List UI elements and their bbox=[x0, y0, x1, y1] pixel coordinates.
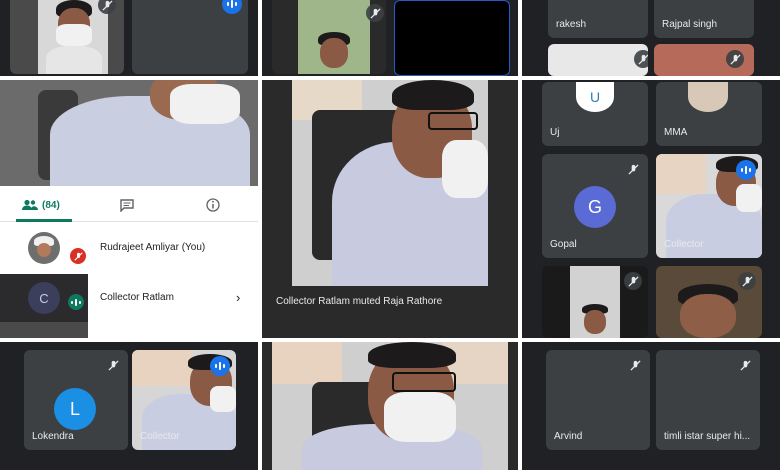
panel-top-left bbox=[0, 0, 258, 76]
participant-video bbox=[570, 266, 620, 338]
participant-video[interactable] bbox=[292, 80, 488, 286]
mic-off-icon bbox=[634, 50, 648, 68]
panel-main-speaker: Collector Ratlam muted Raja Rathore bbox=[262, 80, 518, 338]
panel-top-middle bbox=[262, 0, 518, 76]
mic-off-icon bbox=[726, 50, 744, 68]
video-tile[interactable] bbox=[394, 0, 510, 76]
participants-panel: (84) Rudrajeet Amliyar (You) Collector R… bbox=[0, 186, 258, 338]
video-tile[interactable] bbox=[10, 0, 124, 74]
panel-bottom-left: L Lokendra Collector bbox=[0, 342, 258, 470]
face-mask bbox=[736, 184, 762, 212]
chevron-right-icon[interactable]: › bbox=[236, 290, 240, 305]
avatar bbox=[688, 82, 728, 112]
participant-count: (84) bbox=[42, 199, 60, 211]
participant-video[interactable] bbox=[272, 342, 508, 470]
participant-tile-lokendra[interactable]: L Lokendra bbox=[24, 350, 128, 450]
background-sign bbox=[272, 342, 342, 384]
mic-off-icon bbox=[736, 356, 754, 374]
tab-chat[interactable] bbox=[120, 194, 134, 216]
glasses bbox=[428, 112, 478, 130]
mic-off-icon bbox=[624, 272, 642, 290]
hair bbox=[368, 342, 456, 368]
video-tile[interactable] bbox=[656, 266, 762, 338]
video-tile[interactable] bbox=[548, 44, 648, 76]
participant-tile-collector[interactable]: Collector bbox=[656, 154, 762, 258]
participant-name: Uj bbox=[550, 127, 560, 138]
face-mask bbox=[384, 392, 456, 442]
participant-name: Rudrajeet Amliyar (You) bbox=[100, 242, 206, 253]
participant-video bbox=[38, 0, 108, 74]
participant-tile-arvind[interactable]: Arvind bbox=[546, 350, 650, 450]
panel-right-grid: U Uj MMA G Gopal Collector bbox=[522, 80, 780, 338]
mic-off-icon bbox=[366, 4, 384, 22]
panel-bottom-middle bbox=[262, 342, 518, 470]
face-mask bbox=[210, 386, 236, 412]
mic-off-icon bbox=[738, 272, 756, 290]
mic-off-icon bbox=[626, 356, 644, 374]
people-icon bbox=[22, 199, 38, 210]
participant-row[interactable]: Rudrajeet Amliyar (You) bbox=[0, 224, 258, 272]
avatar bbox=[28, 232, 60, 264]
participant-tile-rajpal[interactable]: Rajpal singh bbox=[654, 0, 754, 38]
chat-icon bbox=[120, 198, 134, 212]
participants-tabs: (84) bbox=[0, 186, 258, 222]
participant-name: Lokendra bbox=[32, 431, 74, 442]
avatar: C bbox=[28, 282, 60, 314]
participant-tile-rakesh[interactable]: rakesh bbox=[548, 0, 648, 38]
speaking-indicator-icon bbox=[222, 0, 242, 14]
avatar: U bbox=[576, 82, 614, 112]
video-tile[interactable] bbox=[542, 266, 648, 338]
participant-name: timli istar super hi... bbox=[664, 431, 751, 442]
video-tile[interactable] bbox=[654, 44, 754, 76]
video-tile[interactable] bbox=[272, 0, 386, 74]
participant-name: Collector Ratlam bbox=[100, 292, 174, 303]
video-tile[interactable] bbox=[132, 0, 248, 74]
participant-name: rakesh bbox=[556, 19, 587, 30]
participant-name: Collector bbox=[140, 431, 180, 442]
participant-tile-collector[interactable]: Collector bbox=[132, 350, 236, 450]
active-tab-indicator bbox=[16, 219, 72, 222]
participant-name: Collector bbox=[664, 239, 704, 250]
participant-name: Arvind bbox=[554, 431, 583, 442]
avatar: L bbox=[54, 388, 96, 430]
shirt bbox=[46, 46, 102, 74]
face bbox=[680, 294, 736, 338]
mic-off-icon bbox=[104, 356, 122, 374]
panel-bottom-right: Arvind timli istar super hi... bbox=[522, 342, 780, 470]
speaking-indicator-icon bbox=[736, 160, 756, 180]
tab-info[interactable] bbox=[206, 194, 220, 216]
participant-name: Rajpal singh bbox=[662, 19, 718, 30]
participant-name: MMA bbox=[664, 127, 688, 138]
participant-row[interactable]: Collector Ratlam › bbox=[88, 274, 258, 322]
speaking-indicator-icon bbox=[210, 356, 230, 376]
tab-people[interactable]: (84) bbox=[22, 194, 60, 216]
muted-icon bbox=[70, 248, 86, 264]
face-mask bbox=[56, 24, 92, 46]
mic-off-icon bbox=[624, 160, 642, 178]
face bbox=[584, 310, 606, 334]
hair bbox=[392, 80, 474, 110]
panel-top-right: rakesh Rajpal singh bbox=[522, 0, 780, 76]
face-mask bbox=[170, 84, 240, 124]
background-sign bbox=[656, 154, 706, 194]
participant-tile-uj[interactable]: U Uj bbox=[542, 82, 648, 146]
screenshot-mosaic: rakesh Rajpal singh (84) Rudrajeet Amliy… bbox=[0, 0, 780, 470]
participant-tile-mma[interactable]: MMA bbox=[656, 82, 762, 146]
participant-tile-gopal[interactable]: G Gopal bbox=[542, 154, 648, 258]
participant-video bbox=[298, 0, 370, 74]
toast-message: Collector Ratlam muted Raja Rathore bbox=[276, 296, 443, 307]
participant-video bbox=[0, 80, 258, 186]
face bbox=[320, 38, 348, 68]
background-sign bbox=[132, 350, 192, 386]
mic-off-icon bbox=[98, 0, 116, 14]
avatar: G bbox=[574, 186, 616, 228]
speaking-indicator-icon bbox=[68, 294, 84, 310]
video-thumbnail bbox=[0, 322, 88, 338]
glasses bbox=[392, 372, 456, 392]
participant-tile-timli[interactable]: timli istar super hi... bbox=[656, 350, 760, 450]
face-mask bbox=[442, 140, 488, 198]
panel-participants: (84) Rudrajeet Amliyar (You) Collector R… bbox=[0, 80, 258, 338]
participant-name: Gopal bbox=[550, 239, 577, 250]
info-icon bbox=[206, 198, 220, 212]
